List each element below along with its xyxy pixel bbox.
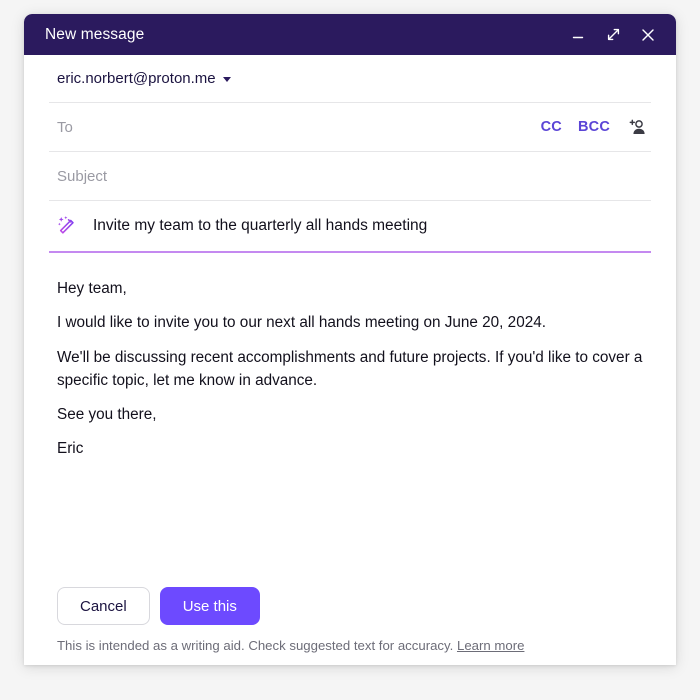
assistant-actions: Cancel Use this [57,587,643,638]
body-paragraph: See you there, [57,406,157,423]
close-icon [642,28,654,41]
minimize-button[interactable] [564,21,592,49]
recipient-actions: CC BCC [541,116,651,138]
subject-input[interactable] [57,152,651,200]
body-paragraph: Eric [57,440,84,458]
body-paragraph: Hey team, [57,280,127,297]
from-address-label: eric.norbert@proton.me [57,70,216,87]
minimize-icon [572,36,584,38]
add-contact-button[interactable] [626,116,648,138]
assistant-prompt-row [49,201,651,253]
maximize-button[interactable] [599,21,627,49]
to-row: CC BCC [49,102,651,151]
assistant-footer: Cancel Use this This is intended as a wr… [49,587,651,665]
from-row: eric.norbert@proton.me [49,55,651,102]
disclaimer-text: This is intended as a writing aid. Check… [57,638,454,653]
body-paragraph: We'll be discussing recent accomplishmen… [57,348,643,389]
add-contact-icon [629,119,645,134]
window-title: New message [45,25,145,43]
body-paragraph: I would like to invite you to our next a… [57,314,546,332]
window-controls [564,21,662,49]
window-title-bar: New message [24,14,676,55]
chevron-down-icon [222,77,231,82]
cancel-button[interactable]: Cancel [57,587,150,625]
to-input[interactable] [57,103,541,151]
assistant-disclaimer: This is intended as a writing aid. Check… [57,638,643,665]
generated-email-body: Hey team, I would like to invite you to … [49,253,651,587]
new-message-window: New message eric.norbert@proton.me To CC… [24,14,676,665]
assistant-prompt-input[interactable] [93,217,651,235]
cc-toggle[interactable]: CC [541,119,562,135]
use-this-button[interactable]: Use this [159,587,260,625]
expand-icon [607,28,619,41]
bcc-toggle[interactable]: BCC [578,119,610,135]
magic-wand-icon [57,216,74,234]
subject-row [49,151,651,201]
from-address-selector[interactable]: eric.norbert@proton.me [57,70,231,87]
learn-more-link[interactable]: Learn more [457,638,524,653]
close-button[interactable] [634,21,662,49]
compose-body: eric.norbert@proton.me CC BCC [24,55,676,665]
